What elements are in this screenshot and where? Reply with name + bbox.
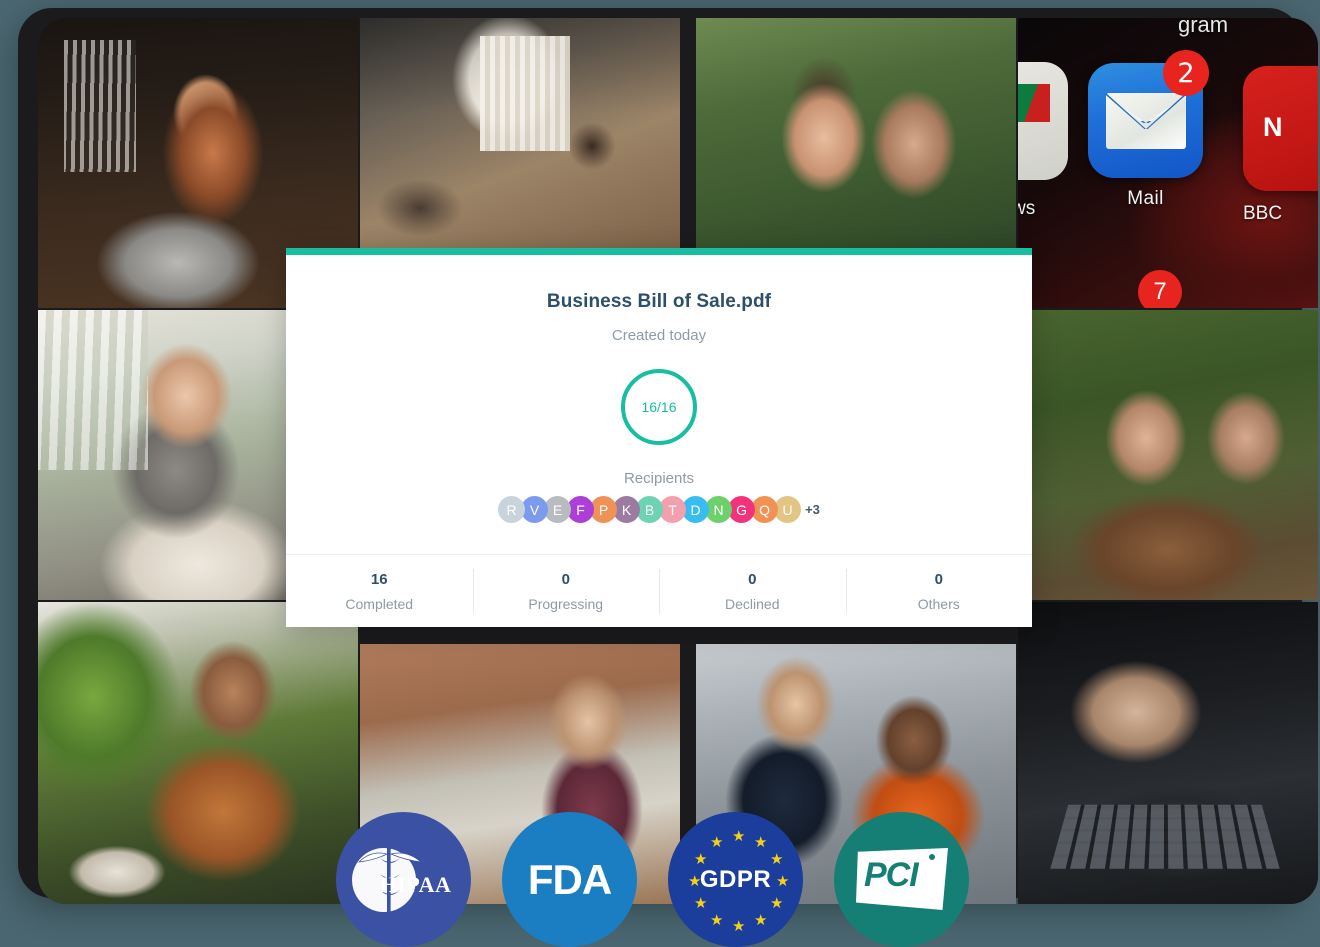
compliance-badge-row: HIPAA FDA ★ ★ ★ ★ ★ ★ ★ ★ ★ ★ ★ ★ GDPR P…: [336, 812, 1000, 947]
recipient-avatar-initial: E: [552, 501, 563, 518]
envelope-icon: [1106, 93, 1186, 149]
completion-progress-ring: 16/16: [618, 366, 700, 448]
recipient-avatar-initial: R: [506, 501, 517, 518]
recipient-avatar[interactable]: G: [728, 496, 756, 523]
photo-tile-man-thumbs-up: [38, 602, 358, 904]
photo-tile-conference-room: [360, 18, 680, 265]
photo-tile-phone-home-screen: gram ws 2 Mail N BBC 7: [1018, 18, 1318, 308]
status-stat-label: Progressing: [528, 595, 604, 612]
hipaa-badge-label: HIPAA: [379, 871, 452, 897]
status-stat-value: 0: [561, 570, 570, 588]
recipient-avatar[interactable]: K: [613, 496, 641, 523]
bbc-app-label: BBC: [1243, 203, 1283, 224]
document-status-card: Business Bill of Sale.pdf Created today …: [286, 248, 1032, 627]
hipaa-compliance-badge: HIPAA: [336, 812, 471, 947]
recipient-avatar[interactable]: V: [521, 496, 549, 523]
recipient-avatar[interactable]: R: [498, 496, 526, 523]
pci-dot-icon: [929, 854, 935, 860]
status-stat-label: Declined: [725, 595, 780, 612]
recipient-avatar-initial: F: [576, 501, 585, 518]
recipients-avatar-list: R V E F P K B T D N G Q U +3: [286, 496, 1032, 523]
photo-tile-outdoor-cafe-couple: [1018, 310, 1318, 600]
gdpr-compliance-badge: ★ ★ ★ ★ ★ ★ ★ ★ ★ ★ ★ ★ GDPR: [668, 812, 803, 947]
status-stat-cell[interactable]: 0 Declined: [659, 555, 846, 627]
document-created-date: Created today: [611, 327, 707, 344]
status-stat-cell[interactable]: 0 Others: [845, 555, 1033, 627]
gdpr-badge-label: GDPR: [699, 865, 772, 893]
status-stat-label: Completed: [345, 595, 414, 612]
recipient-avatar[interactable]: T: [659, 496, 687, 523]
recipient-avatar-initial: D: [690, 501, 701, 518]
bbc-app-icon: N: [1243, 66, 1318, 191]
recipient-avatar-initial: V: [529, 501, 540, 518]
secondary-notification-badge: 7: [1138, 270, 1182, 308]
recipient-avatar-initial: N: [713, 501, 724, 518]
mail-app-label: Mail: [1127, 188, 1164, 209]
recipient-avatar-initial: T: [668, 501, 677, 518]
status-stat-cell[interactable]: 0 Progressing: [472, 555, 660, 627]
recipient-avatar[interactable]: U: [774, 496, 802, 523]
recipient-avatar[interactable]: N: [705, 496, 733, 523]
recipient-avatar-initial: P: [598, 501, 609, 518]
fda-compliance-badge: FDA: [502, 812, 637, 947]
recipient-avatar[interactable]: B: [636, 496, 664, 523]
news-app-label: ws: [1018, 198, 1036, 219]
recipient-avatar-initial: K: [621, 501, 632, 518]
recipient-avatar-initial: Q: [759, 501, 771, 518]
status-stat-value: 0: [748, 570, 757, 588]
card-accent-bar: [286, 248, 1032, 255]
phone-gram-label: gram: [1178, 18, 1229, 37]
pci-compliance-badge: PCI: [834, 812, 969, 947]
recipient-avatar[interactable]: P: [590, 496, 618, 523]
card-body: Business Bill of Sale.pdf Created today …: [286, 255, 1032, 523]
recipients-label: Recipients: [623, 470, 695, 487]
status-stat-value: 0: [934, 570, 943, 588]
pci-badge-label: PCI: [864, 856, 919, 894]
status-stat-cell[interactable]: 16 Completed: [286, 555, 473, 627]
news-app-icon: [1018, 62, 1068, 180]
recipient-avatar-initial: G: [736, 501, 748, 518]
bbc-tile-letter: N: [1263, 112, 1283, 142]
status-stat-label: Others: [917, 595, 960, 612]
recipient-avatar[interactable]: F: [567, 496, 595, 523]
document-title: Business Bill of Sale.pdf: [546, 291, 772, 312]
photo-tile-hands-typing: [1018, 602, 1318, 904]
recipients-overflow-count[interactable]: +3: [805, 502, 820, 517]
recipient-avatar[interactable]: D: [682, 496, 710, 523]
fda-badge-label: FDA: [527, 855, 612, 903]
photo-tile-couple-outdoors: [696, 18, 1016, 265]
status-stats-row: 16 Completed 0 Progressing 0 Declined 0 Others: [286, 554, 1032, 627]
recipient-avatar[interactable]: Q: [751, 496, 779, 523]
recipient-avatar-initial: B: [644, 501, 655, 518]
mail-notification-badge: 2: [1163, 50, 1209, 96]
recipient-avatar[interactable]: E: [544, 496, 572, 523]
status-stat-value: 16: [370, 570, 388, 588]
progress-ring-value: 16/16: [641, 399, 677, 415]
recipient-avatar-initial: U: [782, 501, 793, 518]
